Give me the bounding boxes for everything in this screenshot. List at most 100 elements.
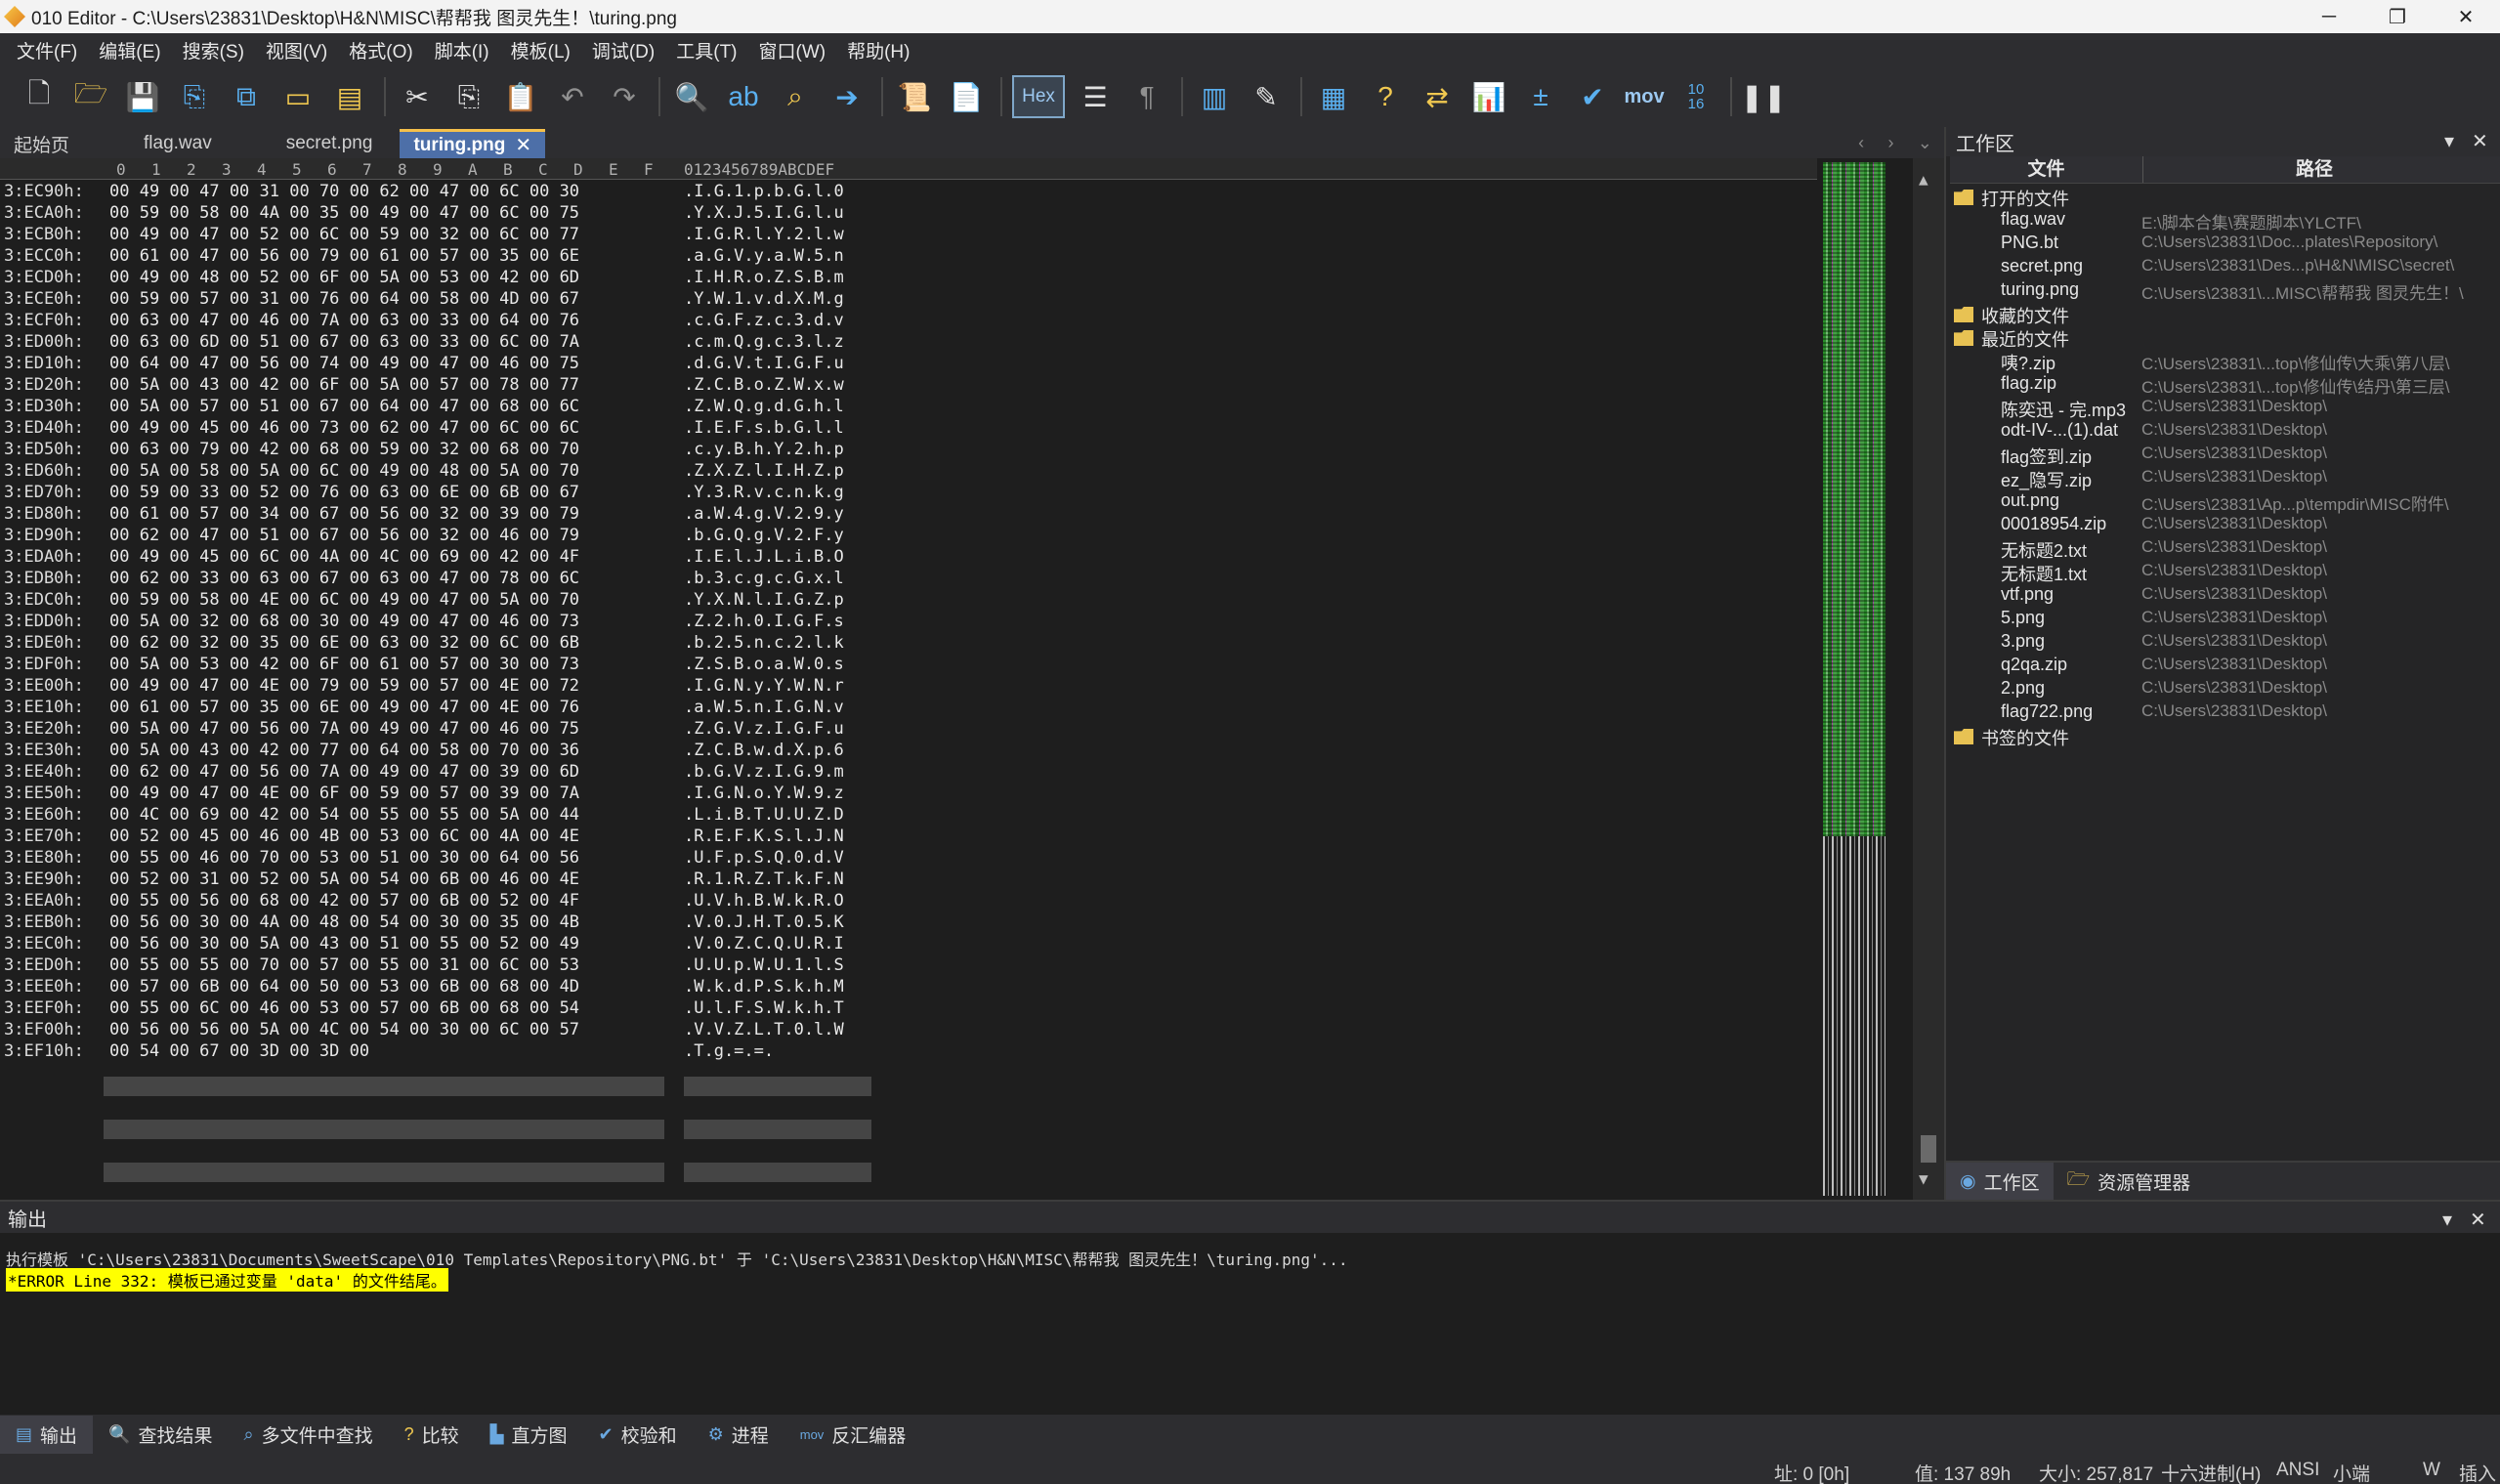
calculator-icon[interactable]: ▦ — [1312, 75, 1355, 118]
row-bytes[interactable]: 00 52 00 45 00 46 00 4B 00 53 00 6C 00 4… — [109, 827, 664, 846]
goto-icon[interactable]: ➔ — [826, 75, 869, 118]
row-bytes[interactable]: 00 49 00 48 00 52 00 6F 00 5A 00 53 00 4… — [109, 268, 664, 287]
file-column-header[interactable]: 文件 — [1950, 156, 2143, 183]
row-bytes[interactable]: 00 62 00 47 00 51 00 67 00 56 00 32 00 4… — [109, 526, 664, 545]
row-ascii[interactable]: .I.E.F.s.b.G.l.l — [684, 418, 871, 438]
tree-file-item[interactable]: 无标题2.txt C:\Users\23831\Desktop\ — [1946, 537, 2499, 561]
tree-group[interactable]: 收藏的文件 — [1946, 303, 2499, 326]
tree-file-item[interactable]: flag722.png C:\Users\23831\Desktop\ — [1946, 701, 2499, 725]
open-folder-icon[interactable]: ▭ — [276, 75, 319, 118]
row-ascii[interactable]: .c.y.B.h.Y.2.h.p — [684, 440, 871, 459]
row-ascii[interactable]: .c.m.Q.g.c.3.l.z — [684, 332, 871, 352]
row-bytes[interactable]: 00 5A 00 43 00 42 00 77 00 64 00 58 00 7… — [109, 741, 664, 760]
menu-format[interactable]: 格式(O) — [338, 37, 423, 64]
row-bytes[interactable]: 00 5A 00 58 00 5A 00 6C 00 49 00 48 00 5… — [109, 461, 664, 481]
tree-file-item[interactable]: flag.zip C:\Users\23831\...top\修仙传\结丹\第三层… — [1946, 373, 2499, 397]
row-ascii[interactable]: .U.l.F.S.W.k.h.T — [684, 998, 871, 1018]
output-error-line[interactable]: *ERROR Line 332: 模板已通过变量 'data' 的文件结尾。 — [6, 1268, 448, 1292]
row-ascii[interactable]: .V.0.J.H.T.0.5.K — [684, 912, 871, 932]
row-ascii[interactable]: .Y.3.R.v.c.n.k.g — [684, 483, 871, 502]
row-ascii[interactable]: .L.i.B.T.U.U.Z.D — [684, 805, 871, 825]
row-bytes[interactable]: 00 5A 00 47 00 56 00 7A 00 49 00 47 00 4… — [109, 719, 664, 739]
menu-file[interactable]: 文件(F) — [6, 37, 88, 64]
row-ascii[interactable]: .b.2.5.n.c.2.l.k — [684, 633, 871, 653]
menu-tools[interactable]: 工具(T) — [665, 37, 747, 64]
row-bytes[interactable]: 00 5A 00 53 00 42 00 6F 00 61 00 57 00 3… — [109, 655, 664, 674]
cut-icon[interactable]: ✂ — [396, 75, 439, 118]
tree-file-item[interactable]: 咦?.zip C:\Users\23831\...top\修仙传\大乘\第八层\ — [1946, 350, 2499, 373]
tab-turing-png[interactable]: turing.png ✕ — [400, 129, 546, 158]
tab-disassembler[interactable]: mov 反汇编器 — [784, 1416, 922, 1454]
row-ascii[interactable]: .Z.X.Z.l.I.H.Z.p — [684, 461, 871, 481]
hex-editor[interactable]: 0 1 2 3 4 5 6 7 8 9 A B C D E F 0123456789ABCDEF 3:EC90h… — [0, 158, 1944, 1225]
maximize-button[interactable]: ❐ — [2363, 0, 2432, 33]
row-ascii[interactable]: .b.G.Q.g.V.2.F.y — [684, 526, 871, 545]
tab-checksum[interactable]: ✔ 校验和 — [582, 1416, 692, 1454]
save-as-icon[interactable]: ⎘ — [173, 75, 216, 118]
row-bytes[interactable]: 00 59 00 58 00 4A 00 35 00 49 00 47 00 6… — [109, 203, 664, 223]
tree-file-item[interactable]: 陈奕迅 - 完.mp3 C:\Users\23831\Desktop\ — [1946, 397, 2499, 420]
tree-file-item[interactable]: 3.png C:\Users\23831\Desktop\ — [1946, 631, 2499, 655]
inspector-icon[interactable]: ? — [1364, 75, 1407, 118]
menu-search[interactable]: 搜索(S) — [172, 37, 255, 64]
run-script-icon[interactable]: 📜 — [893, 75, 936, 118]
compare-icon[interactable]: ⇄ — [1416, 75, 1459, 118]
row-ascii[interactable]: .I.G.N.o.Y.W.9.z — [684, 784, 871, 803]
row-ascii[interactable]: .Z.C.B.w.d.X.p.6 — [684, 741, 871, 760]
row-ascii[interactable]: .a.W.4.g.V.2.9.y — [684, 504, 871, 524]
tree-group[interactable]: 打开的文件 — [1946, 186, 2499, 209]
row-bytes[interactable]: 00 64 00 47 00 56 00 74 00 49 00 47 00 4… — [109, 354, 664, 373]
row-bytes[interactable]: 00 62 00 32 00 35 00 6E 00 63 00 32 00 6… — [109, 633, 664, 653]
menu-view[interactable]: 视图(V) — [255, 37, 338, 64]
row-ascii[interactable]: .Y.X.N.l.I.G.Z.p — [684, 590, 871, 610]
find-icon[interactable]: 🔍 — [670, 75, 713, 118]
row-ascii[interactable]: .U.F.p.S.Q.0.d.V — [684, 848, 871, 868]
tree-file-item[interactable]: ez_隐写.zip C:\Users\23831\Desktop\ — [1946, 467, 2499, 490]
tree-file-item[interactable]: 2.png C:\Users\23831\Desktop\ — [1946, 678, 2499, 701]
row-bytes[interactable]: 00 59 00 57 00 31 00 76 00 64 00 58 00 4… — [109, 289, 664, 309]
menu-debug[interactable]: 调试(D) — [581, 37, 665, 64]
new-file-icon[interactable]: 🗋 — [18, 75, 61, 118]
tree-file-item[interactable]: 5.png C:\Users\23831\Desktop\ — [1946, 608, 2499, 631]
row-bytes[interactable]: 00 63 00 6D 00 51 00 67 00 63 00 33 00 6… — [109, 332, 664, 352]
row-ascii[interactable]: .d.G.V.t.I.G.F.u — [684, 354, 871, 373]
close-window-button[interactable]: ✕ — [2432, 0, 2500, 33]
row-ascii[interactable]: .Z.C.B.o.Z.W.x.w — [684, 375, 871, 395]
tree-file-item[interactable]: 00018954.zip C:\Users\23831\Desktop\ — [1946, 514, 2499, 537]
row-bytes[interactable]: 00 61 00 57 00 35 00 6E 00 49 00 47 00 4… — [109, 698, 664, 717]
show-whitespace-icon[interactable]: ¶ — [1125, 75, 1168, 118]
row-ascii[interactable]: .I.E.l.J.L.i.B.O — [684, 547, 871, 567]
close-tab-icon[interactable]: ✕ — [515, 133, 531, 157]
tab-process[interactable]: ⚙ 进程 — [693, 1416, 784, 1454]
row-ascii[interactable]: .I.G.1.p.b.G.l.0 — [684, 182, 871, 201]
menu-window[interactable]: 窗口(W) — [748, 37, 837, 64]
file-minimap[interactable] — [1823, 162, 1886, 1196]
undo-icon[interactable]: ↶ — [551, 75, 594, 118]
tree-file-item[interactable]: vtf.png C:\Users\23831\Desktop\ — [1946, 584, 2499, 608]
row-bytes[interactable]: 00 55 00 56 00 68 00 42 00 57 00 6B 00 5… — [109, 891, 664, 911]
row-ascii[interactable]: .a.W.5.n.I.G.N.v — [684, 698, 871, 717]
row-ascii[interactable]: .I.H.R.o.Z.S.B.m — [684, 268, 871, 287]
output-panel[interactable]: 执行模板 'C:\Users\23831\Documents\SweetScap… — [0, 1233, 2500, 1415]
row-bytes[interactable]: 00 52 00 31 00 52 00 5A 00 54 00 6B 00 4… — [109, 869, 664, 889]
row-ascii[interactable]: .U.U.p.W.U.1.l.S — [684, 955, 871, 975]
workspace-icon[interactable]: ▤ — [328, 75, 371, 118]
save-all-icon[interactable]: ⧉ — [225, 75, 268, 118]
row-bytes[interactable]: 00 49 00 45 00 6C 00 4A 00 4C 00 69 00 4… — [109, 547, 664, 567]
paste-icon[interactable]: 📋 — [499, 75, 542, 118]
pause-icon[interactable]: ❚❚ — [1741, 75, 1787, 118]
row-ascii[interactable]: .Z.2.h.0.I.G.F.s — [684, 612, 871, 631]
row-bytes[interactable]: 00 56 00 30 00 5A 00 43 00 51 00 55 00 5… — [109, 934, 664, 954]
row-bytes[interactable]: 00 49 00 47 00 4E 00 79 00 59 00 57 00 4… — [109, 676, 664, 696]
operations-icon[interactable]: ± — [1519, 75, 1562, 118]
tree-group[interactable]: 最近的文件 — [1946, 326, 2499, 350]
tab-compare[interactable]: ? 比较 — [389, 1416, 475, 1454]
save-icon[interactable]: 💾 — [121, 75, 164, 118]
minimize-button[interactable]: ─ — [2295, 0, 2363, 33]
row-ascii[interactable]: .Y.W.1.v.d.X.M.g — [684, 289, 871, 309]
row-ascii[interactable]: .V.V.Z.L.T.0.l.W — [684, 1020, 871, 1039]
row-bytes[interactable]: 00 49 00 47 00 4E 00 6F 00 59 00 57 00 3… — [109, 784, 664, 803]
menu-edit[interactable]: 编辑(E) — [88, 37, 171, 64]
tree-file-item[interactable]: 无标题1.txt C:\Users\23831\Desktop\ — [1946, 561, 2499, 584]
row-bytes[interactable]: 00 55 00 46 00 70 00 53 00 51 00 30 00 6… — [109, 848, 664, 868]
